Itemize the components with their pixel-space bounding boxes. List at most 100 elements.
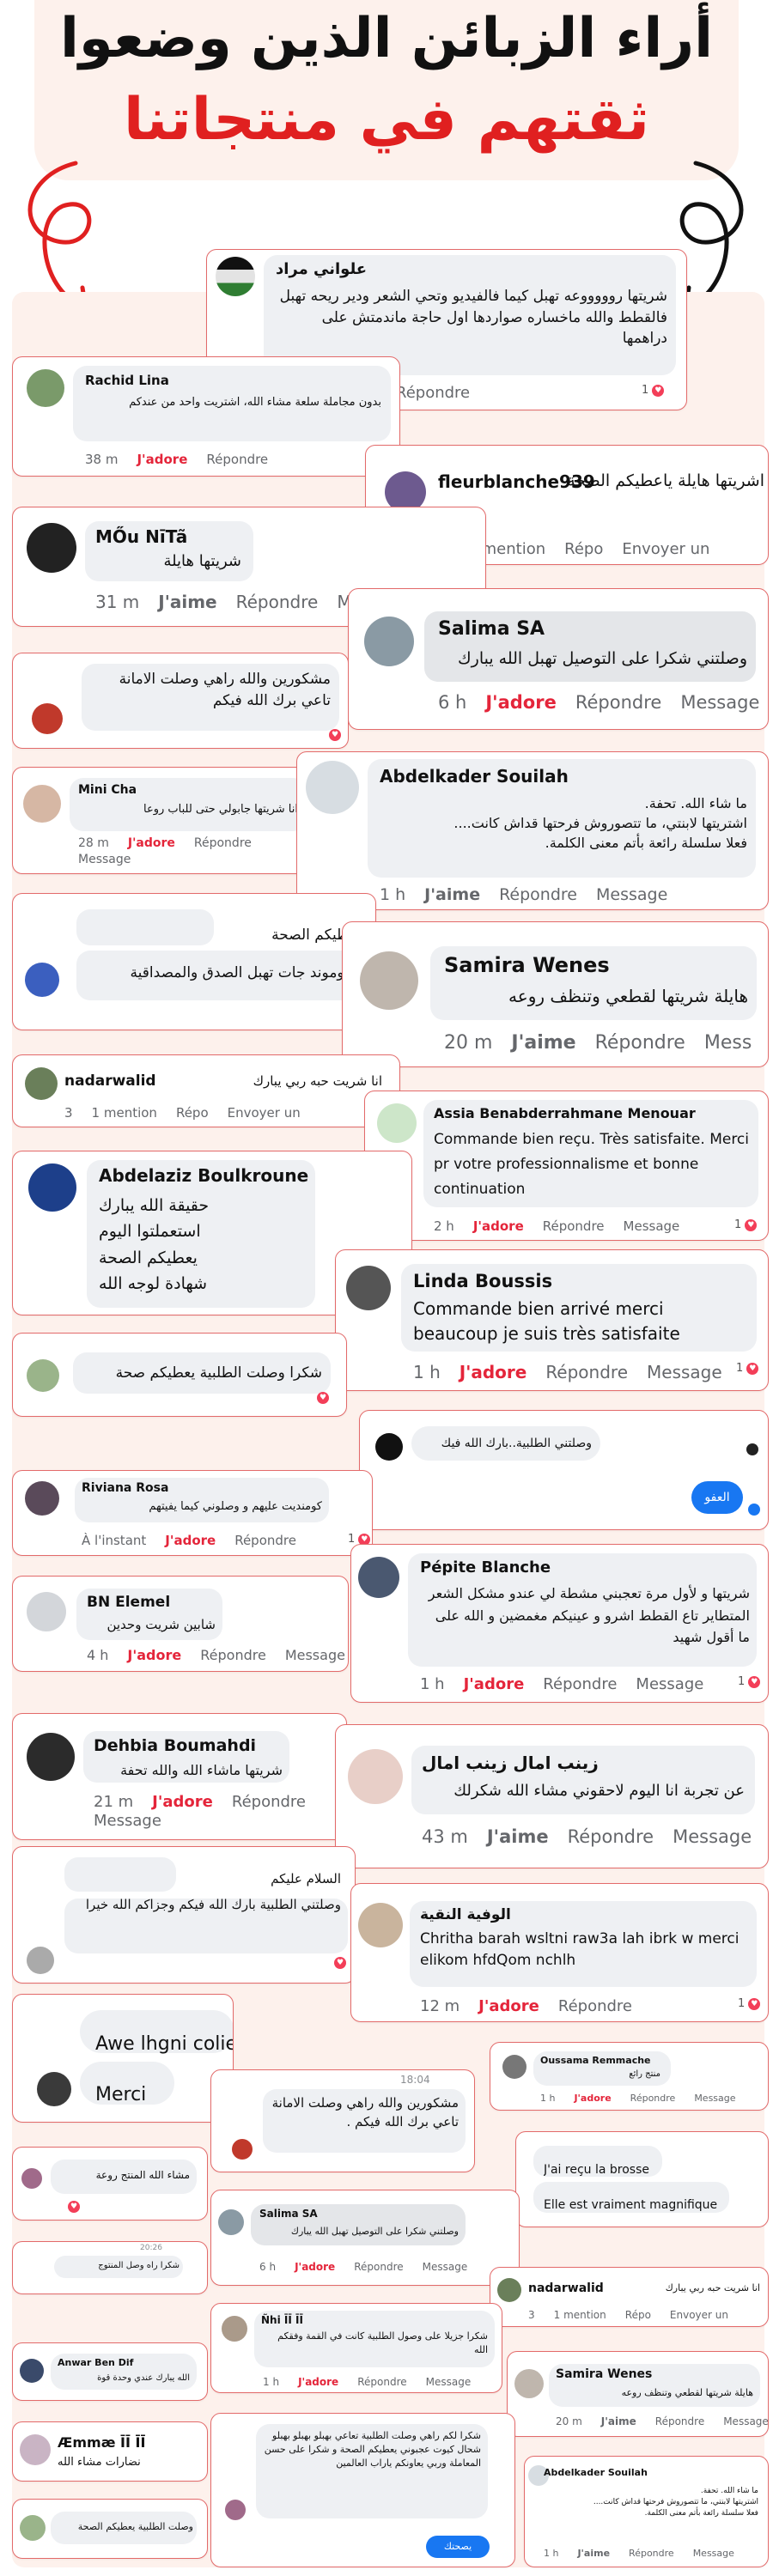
reply-link[interactable]: Répondre	[236, 592, 319, 612]
reaction-count: ♥	[326, 729, 341, 741]
reply-link[interactable]: Répondre	[354, 2261, 403, 2273]
message-link[interactable]: Message	[636, 1675, 703, 1693]
message-link[interactable]: Message	[624, 1218, 680, 1234]
send-message-link[interactable]: Envoyer un	[228, 1105, 301, 1121]
send-message-link[interactable]: Envoyer un	[622, 540, 709, 558]
reply-message-button[interactable]: يصحتك	[426, 2536, 490, 2558]
like-button[interactable]: J'adore	[298, 2376, 338, 2388]
avatar	[222, 2316, 247, 2342]
like-button[interactable]: J'adore	[464, 1675, 525, 1693]
message-link[interactable]: Message	[423, 2261, 468, 2273]
reply-link[interactable]: Répondre	[545, 1362, 628, 1382]
like-button[interactable]: J'adore	[473, 1218, 524, 1234]
like-button[interactable]: J'aime	[487, 1826, 549, 1847]
comment-author[interactable]: Assia Benabderrahmane Menouar	[434, 1105, 696, 1121]
like-button[interactable]: J'adore	[295, 2261, 335, 2273]
like-button[interactable]: J'adore	[127, 1647, 181, 1663]
like-button[interactable]: J'aime	[424, 885, 480, 904]
reply-link[interactable]: Répondre	[206, 452, 268, 467]
reply-link[interactable]: Répondre	[630, 2093, 676, 2104]
comment-text: منتج رائع	[629, 2069, 660, 2079]
comment-author[interactable]: Riviana Rosa	[82, 1481, 168, 1495]
message-link[interactable]: Message	[426, 2376, 472, 2388]
reply-link[interactable]: Répo	[176, 1105, 209, 1121]
message-link[interactable]: Message	[78, 853, 149, 866]
comment-author[interactable]: علواني مراد	[276, 260, 671, 278]
like-button[interactable]: J'aime	[601, 2415, 636, 2427]
message-link[interactable]: Message	[680, 692, 759, 713]
avatar	[27, 1592, 66, 1631]
comment-author[interactable]: Samira Wenes	[556, 2367, 652, 2381]
reply-link[interactable]: Répondre	[575, 692, 661, 713]
reply-link[interactable]: Répondre	[543, 1675, 617, 1693]
reply-link[interactable]: Répondre	[595, 1032, 685, 1054]
like-button[interactable]: J'adore	[152, 1793, 213, 1811]
comment-card: السلام عليكم وصلتني الطلبية بارك الله في…	[12, 1846, 356, 1984]
reply-link[interactable]: Répondre	[568, 1826, 654, 1847]
like-button[interactable]: J'adore	[574, 2093, 611, 2104]
like-button[interactable]: J'aime	[158, 592, 216, 612]
message-link[interactable]: Message	[723, 2415, 768, 2427]
avatar	[21, 2168, 42, 2189]
comment-author[interactable]: Æmmæ ĪĪ ĪĪ	[58, 2434, 145, 2451]
comment-author[interactable]: Anwar Ben Dif	[58, 2357, 133, 2368]
reply-link[interactable]: Répondre	[543, 1218, 605, 1234]
reply-link[interactable]: Répondre	[234, 1533, 296, 1548]
comment-author[interactable]: Oussama Remmache	[540, 2055, 651, 2066]
comment-card: nadarwalid انا شريت حبه ربي يبارك 31 men…	[12, 1054, 400, 1127]
reply-link[interactable]: Répondre	[232, 1793, 306, 1811]
comment-author[interactable]: Rachid Lina	[85, 373, 169, 388]
comment-author[interactable]: Ñhi ĪĪ ĪĪ	[261, 2314, 303, 2326]
like-button[interactable]: J'adore	[128, 836, 175, 850]
comment-text: شكرا جزيلا على وصول الطلبية كانت في القم…	[277, 2330, 488, 2355]
message-card: Awe lhgni colie Merci	[12, 1994, 234, 2123]
comment-text: Chritha barah wsltni raw3a lah ibrk w me…	[420, 1930, 740, 1969]
like-button[interactable]: J'aime	[577, 2548, 610, 2559]
reply-link[interactable]: Répondre	[357, 2376, 406, 2388]
message-link[interactable]: Message	[694, 2093, 735, 2104]
comment-author[interactable]: BN Elemel	[87, 1594, 170, 1611]
like-button[interactable]: J'adore	[478, 1997, 539, 2015]
like-button[interactable]: J'adore	[485, 692, 556, 713]
message-link[interactable]: Mess	[704, 1032, 752, 1054]
like-button[interactable]: J'adore	[460, 1362, 527, 1382]
reply-link[interactable]: Répondre	[200, 1647, 266, 1663]
like-button[interactable]: J'aime	[511, 1032, 575, 1054]
comment-author[interactable]: زينب امال زينب امال	[422, 1753, 731, 1773]
heart-icon: ♥	[317, 1392, 329, 1404]
comment-author[interactable]: Salima SA	[259, 2208, 318, 2220]
comment-card: Salima SA وصلتني شكرا على التوصيل تهبل ا…	[210, 2190, 520, 2286]
message-link[interactable]: Message	[693, 2548, 734, 2559]
reply-link[interactable]: Répo	[564, 540, 603, 558]
comment-author[interactable]: Abdelkader Souilah	[380, 766, 569, 787]
message-link[interactable]: Message	[285, 1647, 345, 1663]
comment-author[interactable]: Salima SA	[438, 618, 545, 640]
comment-author[interactable]: Abdelaziz Boulkroune	[99, 1165, 308, 1186]
comment-text: شريتها هايلة	[163, 552, 241, 570]
comment-author[interactable]: Pépite Blanche	[420, 1558, 551, 1577]
reply-link[interactable]: Répo	[625, 2309, 651, 2321]
comment-author[interactable]: الوفية النقية	[420, 1906, 592, 1923]
reply-link[interactable]: Répondre	[396, 384, 470, 402]
send-message-link[interactable]: Envoyer un	[670, 2309, 728, 2321]
reply-link[interactable]: Répondre	[194, 836, 252, 850]
message-link[interactable]: Message	[94, 1812, 180, 1830]
reply-link[interactable]: Répondre	[629, 2548, 674, 2559]
comment-author[interactable]: Dehbia Boumahdi	[94, 1736, 256, 1755]
message-link[interactable]: Message	[596, 885, 667, 904]
like-button[interactable]: J'adore	[165, 1533, 216, 1548]
reply-link[interactable]: Répondre	[655, 2415, 704, 2427]
reaction-count: 1♥	[734, 1218, 758, 1231]
reply-link[interactable]: Répondre	[499, 885, 577, 904]
like-button[interactable]: J'adore	[137, 452, 187, 467]
comment-author[interactable]: Abdelkader Souilah	[544, 2467, 648, 2478]
comment-author[interactable]: Mini Cha	[78, 783, 137, 797]
message-link[interactable]: Message	[673, 1826, 752, 1847]
message-link[interactable]: Message	[647, 1362, 722, 1382]
comment-author[interactable]: Samira Wenes	[444, 953, 610, 977]
reply-link[interactable]: Répondre	[558, 1997, 632, 2015]
comment-text: بدون مجاملة سلعة مشاء الله، اشتريت واحد …	[129, 396, 381, 409]
reply-message-button[interactable]: العفو	[691, 1481, 743, 1514]
comment-author[interactable]: MŐu NīTã	[95, 526, 187, 547]
comment-author[interactable]: Linda Boussis	[413, 1271, 552, 1291]
